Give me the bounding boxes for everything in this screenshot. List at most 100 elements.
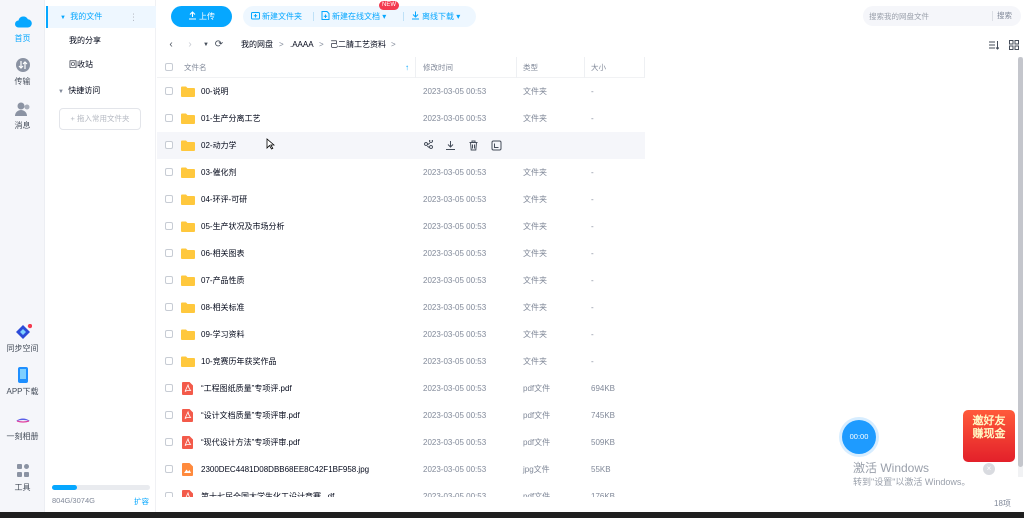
table-row[interactable]: 04-环评-可研 2023-03-05 00:53 文件夹 - [157,186,645,213]
file-name[interactable]: 01-生产分离工艺 [201,105,261,132]
table-row[interactable]: 2300DEC4481D08DBB68EE8C42F1BF958.jpg 2023… [157,456,645,483]
forward-arrow-icon[interactable]: › [184,38,196,52]
row-checkbox[interactable] [165,114,173,122]
rail-album[interactable]: 一刻相册 [0,412,45,442]
row-checkbox[interactable] [165,384,173,392]
rail-tools[interactable]: 工具 [0,463,45,493]
back-arrow-icon[interactable]: ‹ [165,38,177,52]
scrollbar[interactable] [1018,57,1023,477]
row-checkbox[interactable] [165,357,173,365]
file-name[interactable]: 05-生产状况及市场分析 [201,213,285,240]
rail-home[interactable]: 首页 [0,14,45,44]
column-divider [644,57,645,78]
row-checkbox[interactable] [165,168,173,176]
row-checkbox[interactable] [165,492,173,497]
offline-download-button[interactable]: 离线下载 ▾ [411,6,460,27]
file-name[interactable]: 10-竞赛历年获奖作品 [201,348,277,375]
header-name[interactable]: 文件名 [184,57,207,78]
share-icon[interactable] [423,140,434,151]
breadcrumb-item-root[interactable]: 我的网盘 [241,34,273,56]
file-type: pdf文件 [523,438,551,447]
delete-icon[interactable] [468,140,479,151]
more-icon[interactable] [491,140,502,151]
table-row[interactable]: “工程图纸质量”专项评.pdf 2023-03-05 00:53 pdf文件 694K… [157,375,645,402]
table-row[interactable]: 08-相关标准 2023-03-05 00:53 文件夹 - [157,294,645,321]
invite-promo-banner[interactable]: 邀好友 赚现金 [963,410,1015,462]
row-checkbox[interactable] [165,276,173,284]
floating-timer[interactable]: 00:00 [842,420,876,454]
header-size[interactable]: 大小 [591,57,606,78]
folder-icon [181,86,195,97]
table-row[interactable]: “现代设计方法”专项评审.pdf 2023-03-05 00:53 pdf文件 509… [157,429,645,456]
table-row[interactable]: 00-说明 2023-03-05 00:53 文件夹 - [157,78,645,105]
rail-messages[interactable]: 消息 [0,101,45,131]
rail-sync-label: 同步空间 [6,344,39,353]
breadcrumb-item-aaaa[interactable]: .AAAA [290,34,314,56]
row-checkbox[interactable] [165,438,173,446]
rail-sync-space[interactable]: 同步空间 [0,324,45,354]
grid-view-icon[interactable] [1009,40,1019,50]
side-item-my-files[interactable]: ▼ 我的文件 ⋮ [46,6,156,28]
search-divider [992,11,993,21]
file-name[interactable]: “工程图纸质量”专项评.pdf [201,375,292,402]
table-row[interactable]: 03-催化剂 2023-03-05 00:53 文件夹 - [157,159,645,186]
side-item-my-shares[interactable]: 我的分享 [46,30,156,52]
sort-arrow-icon[interactable]: ↑ [405,57,409,78]
search-button[interactable]: 搜索 [997,6,1012,26]
row-checkbox[interactable] [165,303,173,311]
modified-time: 2023-03-05 00:53 [423,249,487,258]
table-row[interactable]: 01-生产分离工艺 2023-03-05 00:53 文件夹 - [157,105,645,132]
row-checkbox[interactable] [165,141,173,149]
search-input[interactable] [863,6,991,26]
file-name[interactable]: 08-相关标准 [201,294,245,321]
file-name[interactable]: 第十七届全国大学生化工设计竞赛...df [201,483,334,497]
header-type[interactable]: 类型 [523,57,538,78]
new-folder-button[interactable]: 新建文件夹 [251,6,302,27]
file-name[interactable]: 02-动力学 [201,132,237,159]
rail-app-download[interactable]: APP下载 [0,367,45,397]
new-online-doc-button[interactable]: 新建在线文档 ▾ [321,6,386,27]
scroll-thumb[interactable] [1018,57,1023,467]
file-name[interactable]: 03-催化剂 [201,159,237,186]
add-quick-folder-button[interactable]: + 拖入常用文件夹 [59,108,141,130]
file-name[interactable]: 06-相关图表 [201,240,245,267]
file-name[interactable]: “现代设计方法”专项评审.pdf [201,429,300,456]
rail-transfer[interactable]: 传输 [0,57,45,87]
file-name[interactable]: 09-学习资料 [201,321,245,348]
breadcrumb-item-current[interactable]: 己二腈工艺资料 [330,34,386,56]
table-row[interactable]: “设计文档质量”专项评审.pdf 2023-03-05 00:53 pdf文件 745… [157,402,645,429]
upload-button[interactable]: 上传 [171,6,232,27]
file-name[interactable]: 04-环评-可研 [201,186,247,213]
row-checkbox[interactable] [165,249,173,257]
select-all-checkbox[interactable] [165,63,173,71]
row-checkbox[interactable] [165,222,173,230]
table-row[interactable]: 07-产品性质 2023-03-05 00:53 文件夹 - [157,267,645,294]
row-checkbox[interactable] [165,87,173,95]
close-icon[interactable]: × [983,463,995,475]
table-row[interactable]: 05-生产状况及市场分析 2023-03-05 00:53 文件夹 - [157,213,645,240]
file-name[interactable]: 07-产品性质 [201,267,245,294]
table-row[interactable]: 10-竞赛历年获奖作品 2023-03-05 00:53 文件夹 - [157,348,645,375]
sort-icon[interactable] [989,40,999,50]
history-dropdown-icon[interactable]: ▼ [200,38,212,52]
file-name[interactable]: “设计文档质量”专项评审.pdf [201,402,300,429]
side-item-quick-access[interactable]: ▼ 快捷访问 [46,80,156,102]
side-item-recycle[interactable]: 回收站 [46,54,156,76]
row-checkbox[interactable] [165,330,173,338]
table-row[interactable]: 09-学习资料 2023-03-05 00:53 文件夹 - [157,321,645,348]
refresh-icon[interactable]: ⟳ [213,38,225,52]
more-dots-icon[interactable]: ⋮ [129,6,138,28]
table-row[interactable]: 06-相关图表 2023-03-05 00:53 文件夹 - [157,240,645,267]
file-name[interactable]: 2300DEC4481D08DBB68EE8C42F1BF958.jpg [201,456,369,483]
row-checkbox[interactable] [165,465,173,473]
header-modified[interactable]: 修改时间 [423,57,453,78]
file-name[interactable]: 00-说明 [201,78,229,105]
file-size: - [591,168,594,177]
row-checkbox[interactable] [165,195,173,203]
expand-storage-link[interactable]: 扩容 [134,496,149,507]
row-checkbox[interactable] [165,411,173,419]
file-type: 文件夹 [523,114,547,123]
table-row[interactable]: 02-动力学 [157,132,645,159]
download-icon[interactable] [445,140,456,151]
table-row[interactable]: 第十七届全国大学生化工设计竞赛...df 2023-03-05 00:53 pdf文… [157,483,645,497]
